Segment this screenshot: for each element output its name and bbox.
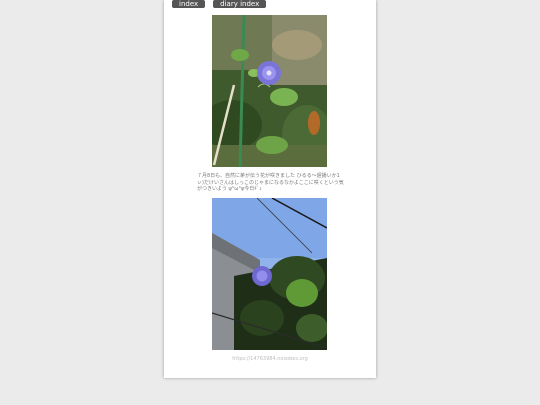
entry-caption: ７月8日も、自然に茅が伝う花が咲きました ひるる～遅播いか1ぃ)だけいさんはしっ… — [197, 173, 344, 192]
top-navigation: index diary index — [172, 0, 267, 8]
morning-glory-garden-photo — [212, 15, 327, 167]
morning-glory-sky-photo — [212, 198, 327, 350]
diary-page: index diary index ７月8日も、自然に茅が伝う花が咲きました ひ… — [164, 0, 376, 378]
index-button[interactable]: index — [172, 0, 206, 8]
footer-url: https://14763984.nosobes.org — [232, 356, 308, 362]
diary-index-button[interactable]: diary index — [213, 0, 267, 8]
